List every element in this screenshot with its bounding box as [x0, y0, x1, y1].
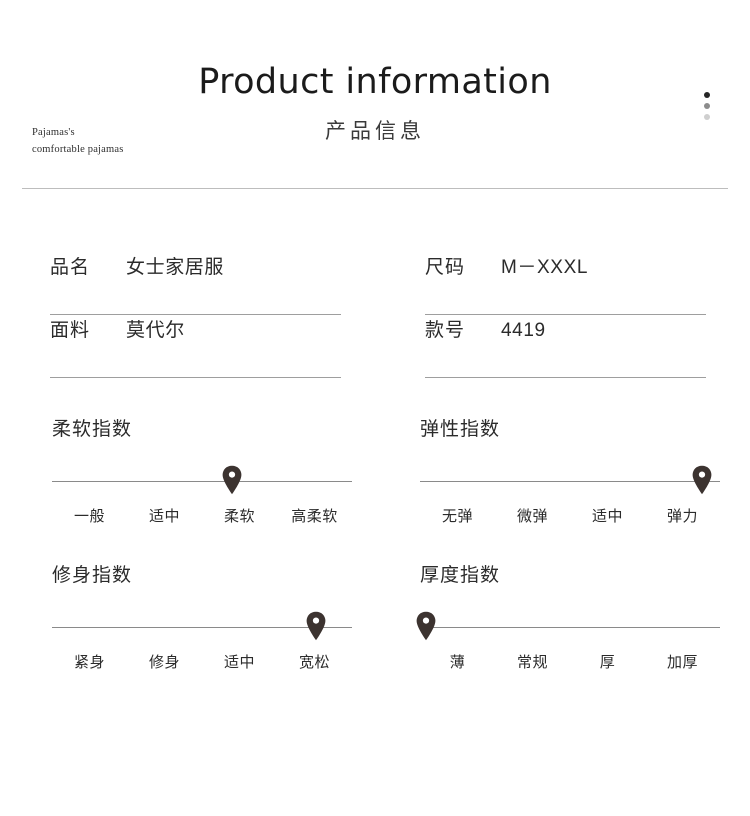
- spec-key: 尺码: [425, 257, 466, 278]
- scale-label: 适中: [223, 654, 255, 671]
- index-slider-thickness: 厚度指数 薄 常规 厚 加厚: [390, 560, 728, 672]
- spec-cell-style-no: 款号 4419: [397, 315, 728, 378]
- scale-label: 加厚: [666, 654, 698, 671]
- index-track[interactable]: [416, 611, 720, 641]
- scale-label: 修身: [148, 654, 180, 671]
- brand-note: Pajamas's comfortable pajamas: [32, 124, 124, 159]
- index-scale-labels: 薄 常规 厚 加厚: [420, 651, 720, 672]
- dot-icon-3: [704, 114, 710, 120]
- index-title: 弹性指数: [420, 419, 501, 440]
- map-pin-marker-icon[interactable]: [221, 465, 243, 495]
- spec-key: 款号: [425, 320, 466, 341]
- scale-label: 适中: [591, 508, 623, 525]
- scale-label: 紧身: [73, 654, 105, 671]
- spec-row: 品名 女士家居服: [50, 252, 353, 314]
- index-scale-labels: 无弹 微弹 适中 弹力: [420, 505, 720, 526]
- map-pin-marker-icon[interactable]: [305, 611, 327, 641]
- spec-row: 款号 4419: [425, 315, 728, 377]
- index-slider-grid: 柔软指数 一般 适中 柔软 高柔软 弹性指数 无弹 微弹 适中 弹力 修身指数 …: [0, 414, 750, 672]
- spec-value: 4419: [501, 320, 546, 341]
- map-pin-marker-icon[interactable]: [415, 611, 437, 641]
- index-scale-labels: 紧身 修身 适中 宽松: [52, 651, 352, 672]
- index-slider-elasticity: 弹性指数 无弹 微弹 适中 弹力: [390, 414, 728, 526]
- spec-underline: [425, 377, 706, 378]
- track-line: [52, 481, 352, 482]
- page-header: Product information 产品信息 Pajamas's comfo…: [0, 0, 750, 190]
- scale-label: 适中: [148, 508, 180, 525]
- map-pin-marker-icon[interactable]: [691, 465, 713, 495]
- spec-row: 尺码 M－XXXL: [425, 252, 728, 314]
- spec-underline: [50, 377, 341, 378]
- spec-cell-size: 尺码 M－XXXL: [397, 252, 728, 315]
- scale-label: 无弹: [441, 508, 473, 525]
- spec-value: 女士家居服: [126, 257, 225, 278]
- brand-note-line-1: Pajamas's: [32, 127, 75, 138]
- scale-label: 宽松: [298, 654, 330, 671]
- scale-label: 一般: [73, 508, 105, 525]
- scale-label: 高柔软: [291, 508, 338, 525]
- spec-cell-fabric: 面料 莫代尔: [22, 315, 353, 378]
- scale-label: 薄: [449, 654, 466, 671]
- spec-row: 面料 莫代尔: [50, 315, 353, 377]
- spec-key: 品名: [50, 257, 91, 278]
- header-divider: [22, 188, 728, 189]
- index-title: 厚度指数: [420, 565, 501, 586]
- page-title: Product information: [198, 62, 552, 102]
- index-scale-labels: 一般 适中 柔软 高柔软: [52, 505, 352, 526]
- dot-icon-2: [704, 103, 710, 109]
- scale-label: 常规: [516, 654, 548, 671]
- index-track[interactable]: [52, 465, 352, 495]
- index-title: 修身指数: [52, 565, 133, 586]
- scale-label: 微弹: [516, 508, 548, 525]
- index-track[interactable]: [420, 465, 720, 495]
- spec-grid: 品名 女士家居服 尺码 M－XXXL 面料 莫代尔 款号 4419: [0, 252, 750, 378]
- dots-decoration: [704, 92, 710, 120]
- index-title: 柔软指数: [52, 419, 133, 440]
- spec-value: M－XXXL: [501, 257, 589, 278]
- index-track[interactable]: [52, 611, 352, 641]
- index-slider-softness: 柔软指数 一般 适中 柔软 高柔软: [22, 414, 360, 526]
- brand-note-line-2: comfortable pajamas: [32, 144, 124, 156]
- track-line: [420, 627, 720, 628]
- track-line: [420, 481, 720, 482]
- dot-icon-1: [704, 92, 710, 98]
- scale-label: 厚: [599, 654, 616, 671]
- index-slider-fit: 修身指数 紧身 修身 适中 宽松: [22, 560, 360, 672]
- spec-cell-product-name: 品名 女士家居服: [22, 252, 353, 315]
- spec-value: 莫代尔: [126, 320, 185, 341]
- scale-label: 柔软: [223, 508, 255, 525]
- scale-label: 弹力: [666, 508, 698, 525]
- spec-key: 面料: [50, 320, 91, 341]
